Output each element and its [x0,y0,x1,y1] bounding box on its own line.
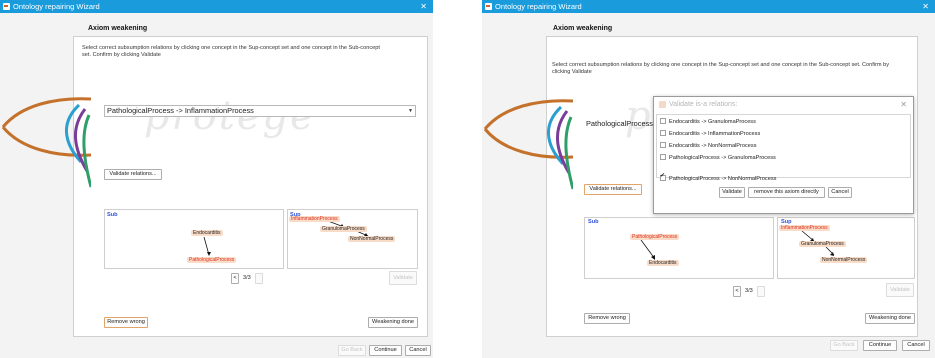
checkbox[interactable] [660,142,666,148]
validate-dialog: Validate is-a relations: ✕ Endocarditis … [653,96,914,214]
app-icon [485,3,492,10]
cancel-button[interactable]: Cancel [405,345,431,356]
relation-item[interactable]: Endocarditis -> NonNormalProcess [660,142,757,150]
close-icon[interactable]: ✕ [922,0,929,13]
title-bar: Ontology repairing Wizard ✕ [482,0,935,13]
dialog-title-bar: Validate is-a relations: ✕ [654,97,913,112]
protege-logo-icon [483,99,573,190]
window-title: Ontology repairing Wizard [495,2,582,11]
sup-node-granulomaprocess[interactable]: GranulomaProcess [320,226,367,232]
instructions-text: Select correct subsumption relations by … [552,62,890,75]
sup-node-inflammationprocess[interactable]: InflammationProcess [779,225,830,231]
sub-graph-panel: Sub Endocarditis PathologicalProcess [104,209,284,269]
cancel-button[interactable]: Cancel [902,340,930,351]
close-icon[interactable]: ✕ [420,0,427,13]
sub-node-pathologicalprocess[interactable]: PathologicalProcess [187,257,237,263]
weakening-done-button[interactable]: Weakening done [865,313,915,324]
relation-label: Endocarditis -> InflammationProcess [669,131,761,137]
pager-next-button[interactable] [757,286,765,297]
pager-text: 3/3 [243,275,251,281]
protege-logo-icon [1,97,91,188]
validate-relations-button[interactable]: Validate relations... [104,169,162,180]
weakening-done-button[interactable]: Weakening done [368,317,418,328]
dialog-validate-button[interactable]: Validate [719,187,745,198]
relation-label: PathologicalProcess -> GranulomaProcess [669,155,776,161]
checkbox[interactable] [660,130,666,136]
relation-list: Endocarditis -> GranulomaProcess Endocar… [656,114,911,182]
sup-node-granulomaprocess[interactable]: GranulomaProcess [799,241,846,247]
relation-label: PathologicalProcess -> NonNormalProcess [669,176,777,182]
checkbox[interactable] [660,118,666,124]
sup-graph-panel: Sup InflammationProcess GranulomaProcess… [777,217,915,279]
app-icon [3,3,10,10]
relation-label: Endocarditis -> GranulomaProcess [669,119,756,125]
page-title: Axiom weakening [553,25,613,32]
axiom-select[interactable]: PathologicalProcess -> InflammationProce… [104,105,416,117]
chevron-down-icon: ▼ [408,108,413,114]
validate-button[interactable]: Validate [886,283,914,297]
sup-node-inflammationprocess[interactable]: InflammationProcess [289,216,340,222]
instructions-text: Select correct subsumption relations by … [82,45,380,58]
go-back-button[interactable]: Go Back [830,340,858,351]
relation-item[interactable]: PathologicalProcess -> NonNormalProcess [660,173,777,183]
remove-axiom-directly-button[interactable]: remove this axiom directly [748,187,825,198]
continue-button[interactable]: Continue [369,345,402,356]
close-icon[interactable]: ✕ [900,97,907,112]
relation-item[interactable]: PathologicalProcess -> GranulomaProcess [660,154,776,162]
axiom-select-value: PathologicalProcess -> InflammationProce… [107,106,254,115]
sub-graph-panel: Sub PathologicalProcess Endocarditis [584,217,774,279]
sup-graph-panel: Sup InflammationProcess GranulomaProcess… [287,209,418,269]
continue-button[interactable]: Continue [863,340,897,351]
pager-prev-button[interactable]: < [733,286,741,297]
sub-node-pathologicalprocess[interactable]: PathologicalProcess [630,234,680,240]
pager-next-button[interactable] [255,273,263,284]
axiom-select-value: PathologicalProcess - [586,119,658,128]
app-icon [659,101,666,108]
wizard-window-right: Ontology repairing Wizard ✕ Axiom weaken… [482,0,935,358]
dialog-title: Validate is-a relations: [669,101,738,108]
pager-prev-button[interactable]: < [231,273,239,284]
checkbox-checked[interactable] [660,173,666,181]
sub-node-endocarditis[interactable]: Endocarditis [647,260,679,266]
checkbox[interactable] [660,154,666,160]
relation-item[interactable]: Endocarditis -> GranulomaProcess [660,118,756,126]
validate-relations-button[interactable]: Validate relations... [584,184,642,195]
relation-label: Endocarditis -> NonNormalProcess [669,143,757,149]
wizard-window-left: Ontology repairing Wizard ✕ Axiom weaken… [0,0,433,358]
window-title: Ontology repairing Wizard [13,2,100,11]
dialog-footer: Validate remove this axiom directly Canc… [654,183,913,201]
validate-button[interactable]: Validate [389,271,417,285]
remove-wrong-button[interactable]: Remove wrong [104,317,148,328]
page-title: Axiom weakening [88,25,148,32]
title-bar: Ontology repairing Wizard ✕ [0,0,433,13]
main-panel: protege Select correct subsumption relat… [1,36,428,337]
relation-item[interactable]: Endocarditis -> InflammationProcess [660,130,760,138]
remove-wrong-button[interactable]: Remove wrong [584,313,630,324]
dialog-cancel-button[interactable]: Cancel [828,187,852,198]
pager-text: 3/3 [745,288,753,294]
sub-graph-edges [640,239,656,260]
sup-node-nonnormalprocess[interactable]: NonNormalProcess [348,236,396,242]
sub-node-endocarditis[interactable]: Endocarditis [191,230,223,236]
go-back-button[interactable]: Go Back [338,345,366,356]
sup-node-nonnormalprocess[interactable]: NonNormalProcess [820,257,868,263]
